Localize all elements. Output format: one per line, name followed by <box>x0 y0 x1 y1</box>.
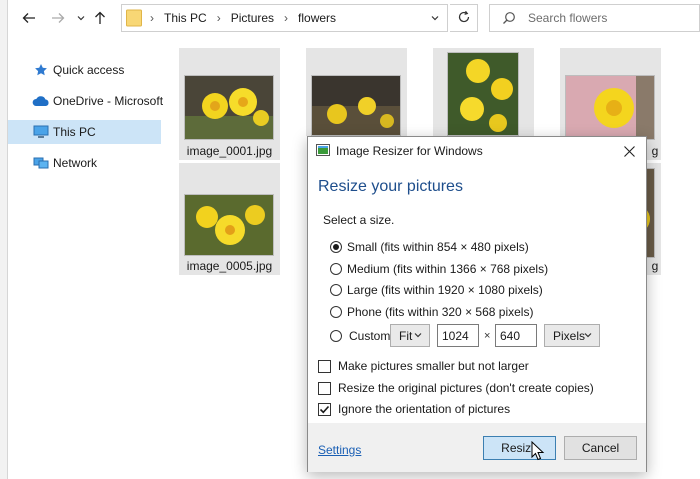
checkbox[interactable] <box>318 402 331 416</box>
sidebar-item-this-pc[interactable]: This PC <box>8 120 161 144</box>
file-tile[interactable] <box>433 48 534 136</box>
option-ignore-orientation[interactable]: Ignore the orientation of pictures <box>318 401 510 417</box>
size-prompt: Select a size. <box>323 213 395 227</box>
star-icon <box>32 62 50 78</box>
size-option-label: Custom <box>349 329 391 343</box>
cloud-icon <box>32 93 50 109</box>
breadcrumb-separator: › <box>150 11 154 25</box>
checkbox[interactable] <box>318 381 331 395</box>
chevron-down-icon <box>584 333 592 338</box>
breadcrumb-pictures[interactable]: Pictures <box>231 11 274 25</box>
radio-button[interactable] <box>330 306 342 318</box>
image-resizer-app-icon <box>316 144 330 156</box>
breadcrumb-flowers[interactable]: flowers <box>298 11 336 25</box>
thumbnail-image <box>565 75 655 140</box>
sidebar-item-label: This PC <box>53 125 96 139</box>
chevron-down-icon <box>414 333 422 338</box>
dialog-heading: Resize your pictures <box>318 178 463 195</box>
address-bar[interactable]: › This PC › Pictures › flowers <box>121 4 448 32</box>
sidebar-item-quick-access[interactable]: Quick access <box>8 58 161 82</box>
size-option-label: Medium (fits within 1366 × 768 pixels) <box>347 262 549 276</box>
back-arrow-icon[interactable] <box>18 7 40 29</box>
option-replace-originals[interactable]: Resize the original pictures (don't crea… <box>318 380 594 396</box>
option-label: Resize the original pictures (don't crea… <box>338 381 594 395</box>
custom-height-input[interactable]: 640 <box>495 324 537 347</box>
size-option-medium[interactable]: Medium (fits within 1366 × 768 pixels) <box>330 261 548 277</box>
thumbnail-image <box>184 194 274 256</box>
option-shrink-only[interactable]: Make pictures smaller but not larger <box>318 358 529 374</box>
custom-mode-select[interactable]: Fit <box>390 324 430 347</box>
address-dropdown-icon[interactable] <box>427 10 443 26</box>
settings-link[interactable]: Settings <box>318 443 361 457</box>
forward-arrow-icon[interactable] <box>47 7 69 29</box>
radio-button[interactable] <box>330 330 342 342</box>
custom-unit-select[interactable]: Pixels <box>544 324 600 347</box>
thumbnail-image <box>447 52 519 136</box>
window-frame <box>0 0 8 479</box>
custom-width-input[interactable]: 1024 <box>437 324 479 347</box>
network-icon <box>32 155 50 171</box>
size-option-custom[interactable]: Custom <box>330 328 390 344</box>
resize-button[interactable]: Resize <box>483 436 556 460</box>
size-option-label: Large (fits within 1920 × 1080 pixels) <box>347 283 543 297</box>
breadcrumb-separator: › <box>216 11 221 25</box>
custom-unit-value: Pixels <box>553 328 586 343</box>
custom-mode-value: Fit <box>399 328 413 343</box>
size-option-label: Phone (fits within 320 × 568 pixels) <box>347 305 534 319</box>
folder-icon <box>126 9 142 27</box>
checkmark-icon <box>319 405 330 413</box>
sidebar-item-label: Quick access <box>53 63 125 77</box>
radio-button[interactable] <box>330 284 342 296</box>
up-arrow-icon[interactable] <box>89 7 111 29</box>
size-option-phone[interactable]: Phone (fits within 320 × 568 pixels) <box>330 304 533 320</box>
radio-button[interactable] <box>330 263 342 275</box>
navigation-pane: Quick access OneDrive - Microsoft This P… <box>8 44 168 479</box>
breadcrumb-separator: › <box>284 11 289 25</box>
option-label: Ignore the orientation of pictures <box>338 402 511 416</box>
sidebar-item-onedrive[interactable]: OneDrive - Microsoft <box>8 89 164 113</box>
thumbnail-image <box>311 75 401 136</box>
dialog-footer: Settings Resize Cancel <box>308 423 646 472</box>
file-name: image_0005.jpg <box>186 259 273 273</box>
cancel-button[interactable]: Cancel <box>564 436 637 460</box>
close-icon[interactable] <box>618 140 640 162</box>
navigation-bar: › This PC › Pictures › flowers Search fl… <box>8 0 700 36</box>
radio-button[interactable] <box>330 241 342 253</box>
file-tile[interactable] <box>306 48 407 136</box>
mouse-pointer-icon <box>531 441 545 461</box>
size-option-large[interactable]: Large (fits within 1920 × 1080 pixels) <box>330 282 543 298</box>
file-name: image_0001.jpg <box>186 144 273 158</box>
file-tile[interactable]: image_0001.jpg <box>179 48 280 160</box>
search-placeholder: Search flowers <box>528 11 608 25</box>
dialog-title-bar: Image Resizer for Windows <box>308 137 646 164</box>
image-resizer-dialog: Image Resizer for Windows Resize your pi… <box>307 136 647 472</box>
search-box[interactable]: Search flowers <box>489 4 700 32</box>
file-name: g <box>651 144 659 158</box>
sidebar-item-label: Network <box>53 156 98 170</box>
size-option-small[interactable]: Small (fits within 854 × 480 pixels) <box>330 239 529 255</box>
breadcrumb-this-pc[interactable]: This PC <box>164 11 207 25</box>
thumbnail-image <box>184 75 274 140</box>
file-tile[interactable]: image_0005.jpg <box>179 163 280 275</box>
checkbox[interactable] <box>318 359 331 373</box>
monitor-icon <box>32 124 50 140</box>
refresh-button[interactable] <box>450 4 478 32</box>
times-sign: × <box>484 330 491 342</box>
search-icon <box>503 12 515 24</box>
sidebar-item-network[interactable]: Network <box>8 151 161 175</box>
refresh-icon <box>457 10 471 27</box>
dialog-title: Image Resizer for Windows <box>336 144 483 158</box>
option-label: Make pictures smaller but not larger <box>338 359 529 373</box>
file-name: g <box>651 259 659 273</box>
sidebar-item-label: OneDrive - Microsoft <box>53 94 164 108</box>
size-option-label: Small (fits within 854 × 480 pixels) <box>347 240 529 254</box>
